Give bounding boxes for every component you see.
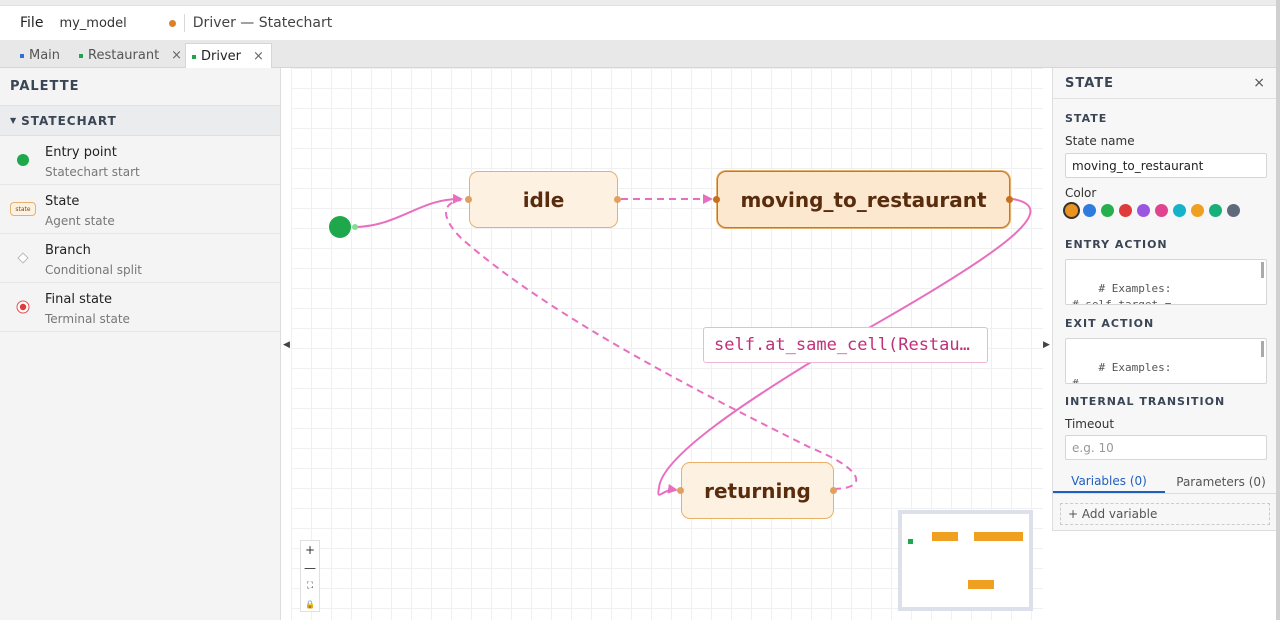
tab-bar: Main Restaurant × Driver × <box>0 40 1280 69</box>
minimap-state <box>932 532 958 541</box>
color-swatch-pink[interactable] <box>1155 204 1168 217</box>
color-swatch-amber[interactable] <box>1191 204 1204 217</box>
close-tab-icon[interactable]: × <box>171 48 182 63</box>
zoom-out-button[interactable]: — <box>301 559 319 577</box>
zoom-in-button[interactable]: + <box>301 541 319 559</box>
properties-header: STATE × <box>1053 68 1276 99</box>
state-name-label: State name <box>1065 134 1135 148</box>
add-variable-button[interactable]: + Add variable <box>1060 503 1270 525</box>
state-port[interactable] <box>677 487 684 494</box>
timeout-input[interactable]: e.g. 10 <box>1065 435 1267 460</box>
unsaved-indicator <box>168 19 176 27</box>
exit-action-code: # Examples: # self.model.variables['acti… <box>1072 361 1172 384</box>
tab-color-marker <box>192 54 196 59</box>
editor-scrollbar[interactable] <box>1261 341 1264 357</box>
properties-panel: STATE × STATE State name moving_to_resta… <box>1052 68 1277 531</box>
state-moving-to-restaurant[interactable]: moving_to_restaurant <box>717 171 1010 228</box>
palette-item-final-state[interactable]: Final state Terminal state <box>0 283 280 332</box>
state-name-input[interactable]: moving_to_restaurant <box>1065 153 1267 178</box>
model-name[interactable]: my_model <box>59 16 126 31</box>
tab-restaurant[interactable]: Restaurant × <box>73 43 188 68</box>
palette-title: PALETTE <box>0 68 280 106</box>
state-port[interactable] <box>614 196 621 203</box>
document-title: Driver — Statechart <box>192 15 333 31</box>
tab-variables[interactable]: Variables (0) <box>1053 470 1165 493</box>
palette-item-entry-point[interactable]: Entry point Statechart start <box>0 136 280 185</box>
properties-tabs: Variables (0) Parameters (0) <box>1053 470 1277 494</box>
tab-label: Restaurant <box>88 48 160 63</box>
lock-icon[interactable]: 🔒 <box>301 595 319 613</box>
window-scrollbar[interactable] <box>1276 0 1280 620</box>
palette-item-desc: Conditional split <box>45 263 143 277</box>
state-port[interactable] <box>830 487 837 494</box>
tab-color-marker <box>79 53 83 58</box>
state-returning[interactable]: returning <box>681 462 834 519</box>
section-label: STATECHART <box>21 113 117 128</box>
transition-guard-label[interactable]: self.at_same_cell(Restau… <box>703 327 988 363</box>
color-swatch-slate[interactable] <box>1227 204 1240 217</box>
editor-scrollbar[interactable] <box>1261 262 1264 278</box>
entry-action-code: # Examples: # self.target = self.nearest… <box>1072 282 1172 305</box>
statechart-canvas[interactable]: idle moving_to_restaurant returning self… <box>291 68 1043 620</box>
file-menu[interactable]: File <box>20 15 43 31</box>
color-swatch-teal[interactable] <box>1209 204 1222 217</box>
internal-transition-label: INTERNAL TRANSITION <box>1065 395 1226 408</box>
state-section-label: STATE <box>1065 112 1108 125</box>
branch-icon <box>17 252 29 264</box>
tab-parameters[interactable]: Parameters (0) <box>1165 470 1277 493</box>
tab-main[interactable]: Main <box>14 43 66 68</box>
palette-item-branch[interactable]: Branch Conditional split <box>0 234 280 283</box>
collapse-palette-icon[interactable]: ◀ <box>283 340 290 350</box>
menubar: File my_model Driver — Statechart <box>0 6 1280 40</box>
exit-action-editor[interactable]: # Examples: # self.model.variables['acti… <box>1065 338 1267 384</box>
palette-item-desc: Terminal state <box>45 312 130 326</box>
tab-color-marker <box>20 53 24 58</box>
final-state-icon <box>16 300 30 314</box>
entry-point-port[interactable] <box>352 224 358 230</box>
minimap[interactable] <box>898 510 1033 611</box>
color-swatch-blue[interactable] <box>1083 204 1096 217</box>
palette-item-name: Final state <box>45 292 113 307</box>
color-swatch-cyan[interactable] <box>1173 204 1186 217</box>
menubar-divider <box>183 14 185 32</box>
palette-item-name: Branch <box>45 243 91 258</box>
collapse-properties-icon[interactable]: ▶ <box>1043 340 1050 350</box>
color-swatch-purple[interactable] <box>1137 204 1150 217</box>
exit-action-label: EXIT ACTION <box>1065 317 1155 330</box>
palette-item-desc: Agent state <box>45 214 115 228</box>
close-tab-icon[interactable]: × <box>253 49 264 64</box>
fit-view-button[interactable]: ⛶ <box>301 577 319 595</box>
tab-label: Driver <box>201 49 242 64</box>
statechart-section-header[interactable]: ▼ STATECHART <box>0 106 280 136</box>
palette-item-name: State <box>45 194 80 209</box>
zoom-controls: + — ⛶ 🔒 <box>300 540 320 612</box>
entry-point-node[interactable] <box>329 216 351 238</box>
palette-item-state[interactable]: state State Agent state <box>0 185 280 234</box>
minimap-entry <box>908 539 913 544</box>
color-swatch-orange[interactable] <box>1065 204 1078 217</box>
timeout-label: Timeout <box>1065 417 1115 431</box>
minimap-state <box>974 532 1023 541</box>
properties-title: STATE <box>1065 75 1115 91</box>
color-swatch-green[interactable] <box>1101 204 1114 217</box>
tab-label: Main <box>29 48 61 63</box>
color-swatches <box>1065 204 1245 217</box>
entry-action-label: ENTRY ACTION <box>1065 238 1168 251</box>
state-port[interactable] <box>713 196 720 203</box>
entry-point-icon <box>17 154 29 166</box>
entry-action-editor[interactable]: # Examples: # self.target = self.nearest… <box>1065 259 1267 305</box>
collapse-triangle-icon: ▼ <box>10 116 18 125</box>
state-idle[interactable]: idle <box>469 171 618 228</box>
color-swatch-red[interactable] <box>1119 204 1132 217</box>
state-port[interactable] <box>465 196 472 203</box>
state-port[interactable] <box>1006 196 1013 203</box>
palette-item-name: Entry point <box>45 145 117 160</box>
state-icon: state <box>10 202 36 216</box>
tab-driver[interactable]: Driver × <box>185 43 272 69</box>
close-icon[interactable]: × <box>1253 75 1266 91</box>
palette-item-desc: Statechart start <box>45 165 140 179</box>
palette-panel: PALETTE ▼ STATECHART Entry point Statech… <box>0 68 281 620</box>
minimap-state <box>968 580 994 589</box>
color-label: Color <box>1065 186 1097 200</box>
